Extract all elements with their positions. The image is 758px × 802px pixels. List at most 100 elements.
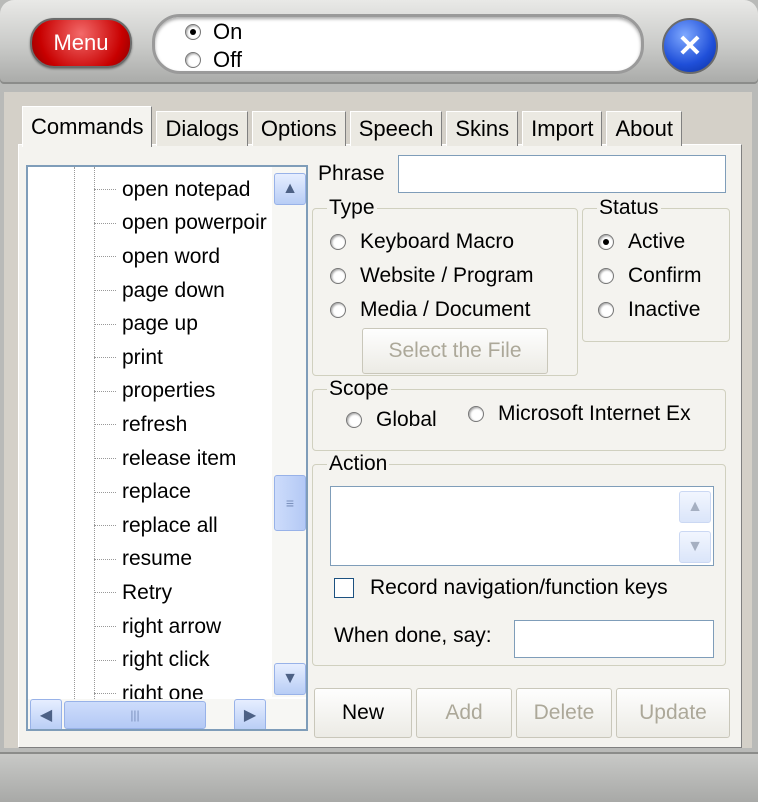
tab-skins[interactable]: Skins xyxy=(446,111,519,146)
tree-item[interactable]: replace all xyxy=(28,509,274,543)
scope-option-ie[interactable]: Microsoft Internet Ex xyxy=(468,402,691,426)
tree-item-label: properties xyxy=(122,379,216,403)
inactive-radio[interactable] xyxy=(598,302,614,318)
chevron-left-icon: ◀ xyxy=(39,707,53,724)
record-keys-option[interactable]: Record navigation/function keys xyxy=(334,576,668,600)
tree-item-label: open powerpoir xyxy=(122,211,267,235)
active-label: Active xyxy=(628,230,686,253)
tree-item[interactable]: open powerpoir xyxy=(28,207,274,241)
tree-item[interactable]: print xyxy=(28,341,274,375)
ie-radio[interactable] xyxy=(468,406,484,422)
website-program-radio[interactable] xyxy=(330,268,346,284)
command-tree[interactable]: open notepad open powerpoir open word page … xyxy=(26,165,308,731)
tree-item-label: open word xyxy=(122,244,221,268)
tree-item[interactable]: resume xyxy=(28,543,274,577)
scroll-up-button[interactable]: ▲ xyxy=(274,173,306,205)
tree-item[interactable]: release item xyxy=(28,442,274,476)
record-keys-checkbox[interactable] xyxy=(334,578,354,598)
action-scroll-down[interactable]: ▼ xyxy=(679,531,711,563)
tree-item[interactable]: right arrow xyxy=(28,610,274,644)
scope-option-global[interactable]: Global xyxy=(346,408,437,432)
tree-item[interactable]: page up xyxy=(28,307,274,341)
tab-commands[interactable]: Commands xyxy=(22,106,153,147)
when-done-label: When done, say: xyxy=(334,624,492,647)
horizontal-scrollbar[interactable]: ◀ ||| ▶ xyxy=(28,699,306,729)
global-radio[interactable] xyxy=(346,412,362,428)
delete-button[interactable]: Delete xyxy=(516,688,612,738)
when-done-input[interactable] xyxy=(514,620,714,658)
off-label: Off xyxy=(213,47,242,72)
scroll-left-button[interactable]: ◀ xyxy=(30,699,62,729)
confirm-radio[interactable] xyxy=(598,268,614,284)
add-button[interactable]: Add xyxy=(416,688,512,738)
tree-item-label: page down xyxy=(122,278,225,302)
status-option-active[interactable]: Active xyxy=(598,230,685,254)
status-option-confirm[interactable]: Confirm xyxy=(598,264,702,288)
tree-item-label: page up xyxy=(122,312,198,336)
type-option-website-program[interactable]: Website / Program xyxy=(330,264,534,288)
website-program-label: Website / Program xyxy=(360,264,534,287)
tab-options[interactable]: Options xyxy=(251,111,346,146)
action-textarea[interactable]: ▲ ▼ xyxy=(330,486,714,566)
tab-speech[interactable]: Speech xyxy=(349,111,443,146)
tree-item-label: replace all xyxy=(122,513,218,537)
tree-item-label: right arrow xyxy=(122,614,222,638)
chevron-up-icon: ▲ xyxy=(687,498,703,515)
select-file-button[interactable]: Select the File xyxy=(362,328,548,374)
status-bar xyxy=(0,752,758,802)
global-label: Global xyxy=(376,408,437,431)
phrase-input[interactable] xyxy=(398,155,726,193)
status-option-inactive[interactable]: Inactive xyxy=(598,298,700,322)
ie-label: Microsoft Internet Ex xyxy=(498,402,691,425)
tree-item[interactable]: open notepad xyxy=(28,173,274,207)
on-label: On xyxy=(213,19,243,44)
tree-item-label: print xyxy=(122,345,163,369)
media-document-radio[interactable] xyxy=(330,302,346,318)
off-option[interactable]: Off xyxy=(185,47,242,73)
close-icon: ✕ xyxy=(677,29,703,63)
tree-item[interactable]: refresh xyxy=(28,408,274,442)
tree-item-label: open notepad xyxy=(122,177,251,201)
vertical-scroll-thumb[interactable]: ≡ xyxy=(274,475,306,531)
type-legend: Type xyxy=(329,196,375,219)
scope-legend: Scope xyxy=(329,377,389,400)
chevron-down-icon: ▼ xyxy=(687,538,703,555)
tree-item-label: resume xyxy=(122,547,193,571)
close-button[interactable]: ✕ xyxy=(662,18,718,74)
command-list: open notepad open powerpoir open word page … xyxy=(28,173,274,711)
type-option-keyboard-macro[interactable]: Keyboard Macro xyxy=(330,230,514,254)
action-scroll-up[interactable]: ▲ xyxy=(679,491,711,523)
type-option-media-document[interactable]: Media / Document xyxy=(330,298,530,322)
record-keys-label: Record navigation/function keys xyxy=(370,576,668,599)
active-radio[interactable] xyxy=(598,234,614,250)
horizontal-scroll-thumb[interactable]: ||| xyxy=(64,701,206,729)
status-legend: Status xyxy=(599,196,659,219)
phrase-label: Phrase xyxy=(318,162,385,185)
update-button[interactable]: Update xyxy=(616,688,730,738)
scroll-down-button[interactable]: ▼ xyxy=(274,663,306,695)
tab-dialogs[interactable]: Dialogs xyxy=(156,111,248,146)
tree-item[interactable]: replace xyxy=(28,475,274,509)
tab-strip: Commands Dialogs Options Speech Skins Im… xyxy=(22,104,686,147)
menu-button[interactable]: Menu xyxy=(30,18,132,68)
tree-item[interactable]: right click xyxy=(28,643,274,677)
tree-item[interactable]: open word xyxy=(28,240,274,274)
vertical-scrollbar[interactable]: ▲ ≡ ▼ xyxy=(272,167,306,697)
on-off-toggle: On Off xyxy=(152,14,644,74)
keyboard-macro-radio[interactable] xyxy=(330,234,346,250)
tree-item[interactable]: Retry xyxy=(28,576,274,610)
off-radio[interactable] xyxy=(185,52,201,68)
media-document-label: Media / Document xyxy=(360,298,531,321)
chevron-down-icon: ▼ xyxy=(282,670,298,687)
tree-item[interactable]: properties xyxy=(28,375,274,409)
keyboard-macro-label: Keyboard Macro xyxy=(360,230,515,253)
on-radio[interactable] xyxy=(185,24,201,40)
tab-about[interactable]: About xyxy=(606,111,682,146)
scroll-right-button[interactable]: ▶ xyxy=(234,699,266,729)
grip-icon: ||| xyxy=(130,708,140,722)
tree-item[interactable]: page down xyxy=(28,274,274,308)
new-button[interactable]: New xyxy=(314,688,412,738)
on-option[interactable]: On xyxy=(185,19,242,45)
tab-import[interactable]: Import xyxy=(522,111,603,146)
tree-item-label: right click xyxy=(122,648,210,672)
